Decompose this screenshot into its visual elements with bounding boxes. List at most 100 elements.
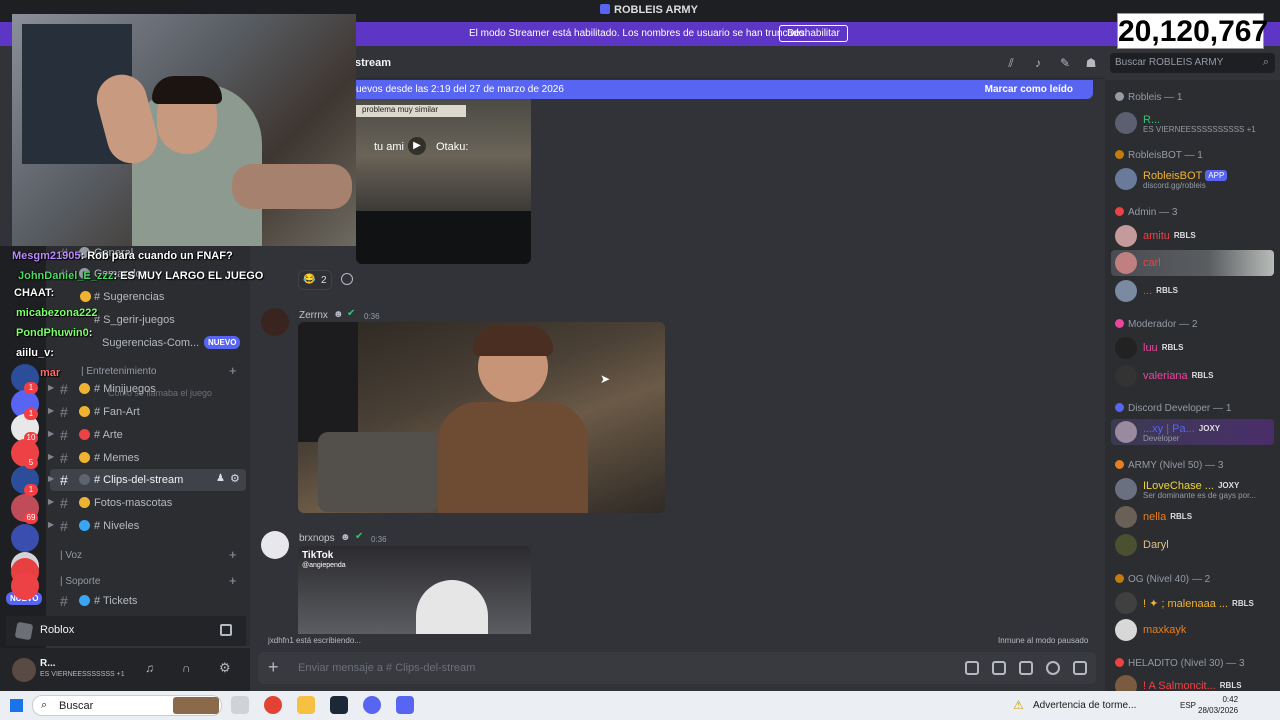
avatar[interactable] (1115, 365, 1137, 387)
notifications-icon[interactable]: ♪ (1031, 56, 1045, 70)
chrome-icon[interactable] (264, 696, 282, 714)
avatar[interactable] (1115, 337, 1137, 359)
member-item[interactable]: ... RBLS (1111, 278, 1274, 304)
member-list-icon[interactable]: ☗ (1084, 56, 1098, 70)
composer-placeholder[interactable]: Enviar mensaje a # Clips-del-stream (298, 662, 475, 674)
avatar[interactable] (1115, 280, 1137, 302)
member-item[interactable]: Daryl (1111, 532, 1274, 558)
channel-fan-art[interactable]: ▶ # # Fan-Art (46, 401, 250, 423)
gear-icon[interactable]: ⚙ (230, 472, 240, 485)
member-item[interactable]: ...xy | Pa... JOXY Developer (1111, 419, 1274, 445)
taskbar-clock[interactable]: 0:42 28/03/2026 (1198, 694, 1238, 716)
microphone-icon[interactable]: ♫ (145, 661, 154, 675)
search-icon[interactable]: ⌕ (1263, 56, 1269, 69)
play-icon[interactable]: ▶ (408, 137, 426, 155)
avatar[interactable] (1115, 168, 1137, 190)
file-explorer-icon[interactable] (297, 696, 315, 714)
add-reaction-icon[interactable] (341, 273, 353, 285)
member-item[interactable]: ILoveChase ... JOXY Ser dominante es de ga… (1111, 476, 1274, 502)
avatar[interactable] (1115, 592, 1137, 614)
category-voz[interactable]: | Voz (60, 550, 82, 561)
channel-arte[interactable]: ▶ # # Arte (46, 424, 250, 446)
avatar[interactable] (1115, 225, 1137, 247)
task-view-icon[interactable] (231, 696, 249, 714)
member-item[interactable]: carl (1111, 250, 1274, 276)
avatar[interactable] (1115, 421, 1137, 443)
channel-clips-del-stream[interactable]: ▶ # # Clips-del-stream ♟ ⚙ (48, 469, 246, 491)
taskbar-search[interactable]: ⌕ Buscar (32, 695, 222, 716)
new-badge: NUEVO (204, 336, 241, 349)
role-icon (1115, 319, 1124, 328)
member-item[interactable]: ! ✦ ; malenaaa ... RBLS (1111, 590, 1274, 616)
server-icon[interactable] (11, 524, 39, 552)
gif-icon[interactable] (992, 661, 1006, 675)
reaction-chip[interactable]: 😂 2 (298, 270, 332, 290)
avatar[interactable] (12, 658, 36, 682)
apps-icon[interactable] (1073, 661, 1087, 675)
gear-icon[interactable]: ⚙ (219, 660, 231, 676)
windows-start-icon[interactable] (10, 699, 23, 712)
avatar[interactable] (1115, 252, 1137, 274)
member-item[interactable]: R... ES VIERNEESSSSSSSSSS +1 (1111, 110, 1274, 136)
video-attachment[interactable]: problema muy similar tu ami ▶ Otaku: (356, 99, 531, 264)
user-name[interactable]: R... (40, 658, 56, 669)
new-messages-bar[interactable]: uevos desde las 2:19 del 27 de marzo de … (352, 80, 1093, 99)
mark-as-read-button[interactable]: Marcar como leído (985, 84, 1073, 95)
emoji-icon[interactable] (1046, 661, 1060, 675)
add-channel-icon[interactable]: + (229, 547, 237, 562)
member-item[interactable]: luu RBLS (1111, 335, 1274, 361)
avatar[interactable] (1115, 534, 1137, 556)
screen-share-icon[interactable] (220, 624, 232, 636)
channel-memes[interactable]: ▶ # # Memes (46, 447, 250, 469)
warning-icon[interactable]: ⚠ (1013, 698, 1024, 712)
video-attachment[interactable]: TikTok @angiependa (298, 546, 531, 634)
server-search-input[interactable]: Buscar ROBLEIS ARMY ⌕ (1110, 53, 1275, 73)
search-placeholder[interactable]: Buscar ROBLEIS ARMY (1115, 57, 1223, 68)
activity-panel[interactable]: Roblox (6, 616, 246, 646)
pin-icon[interactable]: ✎ (1058, 56, 1072, 70)
threads-icon[interactable]: ⫽ (1004, 56, 1018, 70)
member-item[interactable]: valeriana RBLS (1111, 363, 1274, 389)
avatar[interactable] (1115, 619, 1137, 641)
video-attachment[interactable]: ➤ (298, 322, 665, 513)
avatar[interactable] (1115, 478, 1137, 500)
add-channel-icon[interactable]: + (229, 363, 237, 378)
obs-icon[interactable] (363, 696, 381, 714)
discord-icon[interactable] (396, 696, 414, 714)
channel-emoji-icon (79, 595, 90, 606)
disable-streamer-mode-button[interactable]: Deshabilitar (779, 25, 848, 42)
channel-niveles[interactable]: ▶ # # Niveles (46, 515, 250, 537)
add-channel-icon[interactable]: + (229, 573, 237, 588)
message-composer[interactable]: + Enviar mensaje a # Clips-del-stream (258, 652, 1096, 684)
channel-sugerencias[interactable]: # Sugerencias (46, 286, 250, 308)
steam-icon[interactable] (330, 696, 348, 714)
hash-icon: # (60, 593, 68, 609)
server-tag: RBLS (1161, 343, 1184, 352)
member-name: ! ✦ ; malenaaa ... RBLS (1143, 597, 1254, 610)
avatar[interactable] (1115, 506, 1137, 528)
category-entretenimiento[interactable]: | Entretenimiento (81, 366, 156, 377)
channel-minijuegos[interactable]: ▶ # # Minijuegos (46, 378, 250, 400)
avatar[interactable] (261, 531, 289, 559)
gift-icon[interactable] (965, 661, 979, 675)
tray-notification[interactable]: Advertencia de torme... (1033, 700, 1136, 711)
category-soporte[interactable]: | Soporte (60, 576, 100, 587)
avatar[interactable] (261, 308, 289, 336)
channel-fotos-mascotas[interactable]: ▶ # Fotos-mascotas (46, 492, 250, 514)
message-author[interactable]: Zerrnx (299, 310, 328, 321)
chevron-right-icon: ▶ (48, 429, 55, 438)
channel-tickets[interactable]: # # Tickets (46, 590, 250, 612)
server-icon[interactable] (11, 572, 39, 600)
member-item[interactable]: nella RBLS (1111, 504, 1274, 530)
sticker-icon[interactable] (1019, 661, 1033, 675)
member-item[interactable]: amitu RBLS (1111, 223, 1274, 249)
message-author[interactable]: brxnops (299, 533, 335, 544)
language-indicator[interactable]: ESP (1180, 701, 1196, 710)
user-status[interactable]: ES VIERNEESSSSSSS +1 (40, 671, 125, 678)
invite-icon[interactable]: ♟ (216, 473, 225, 484)
headphones-icon[interactable]: ∩ (182, 661, 191, 675)
avatar[interactable] (1115, 112, 1137, 134)
add-attachment-icon[interactable]: + (268, 657, 279, 678)
member-item[interactable]: RobleisBOT APP discord.gg/robleis (1111, 166, 1274, 192)
member-item[interactable]: maxkayk (1111, 617, 1274, 643)
